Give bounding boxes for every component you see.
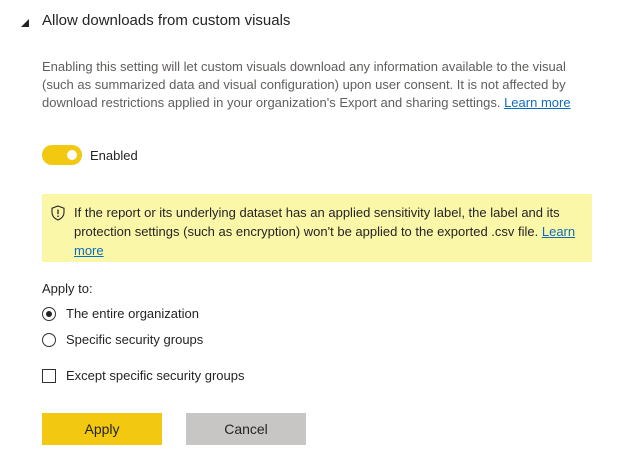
setting-description: Enabling this setting will let custom vi…: [42, 58, 587, 112]
apply-button[interactable]: Apply: [42, 413, 162, 445]
radio-entire-organization[interactable]: The entire organization: [42, 306, 199, 321]
collapse-triangle-icon[interactable]: [20, 15, 30, 27]
apply-to-label: Apply to:: [42, 281, 93, 296]
description-text: Enabling this setting will let custom vi…: [42, 59, 566, 110]
radio-button-selected[interactable]: [42, 306, 56, 321]
radio-button[interactable]: [42, 332, 56, 347]
radio-specific-security-groups[interactable]: Specific security groups: [42, 332, 203, 347]
checkbox-label: Except specific security groups: [66, 368, 245, 383]
section-header[interactable]: Allow downloads from custom visuals: [20, 8, 290, 32]
except-groups-checkbox[interactable]: [42, 368, 56, 383]
radio-label: The entire organization: [66, 306, 199, 321]
sensitivity-warning: If the report or its underlying dataset …: [42, 194, 592, 262]
shield-icon: [51, 205, 65, 221]
except-groups-checkbox-row[interactable]: Except specific security groups: [42, 368, 244, 383]
radio-label: Specific security groups: [66, 332, 204, 347]
enabled-toggle-row: Enabled: [42, 145, 138, 165]
settings-panel: Allow downloads from custom visuals Enab…: [0, 0, 644, 468]
toggle-label: Enabled: [90, 147, 138, 163]
warning-text: If the report or its underlying dataset …: [74, 205, 560, 239]
enabled-toggle[interactable]: [42, 145, 82, 165]
cancel-button[interactable]: Cancel: [186, 413, 306, 445]
learn-more-link[interactable]: Learn more: [504, 95, 570, 110]
toggle-knob: [67, 150, 77, 160]
section-title: Allow downloads from custom visuals: [42, 11, 291, 29]
